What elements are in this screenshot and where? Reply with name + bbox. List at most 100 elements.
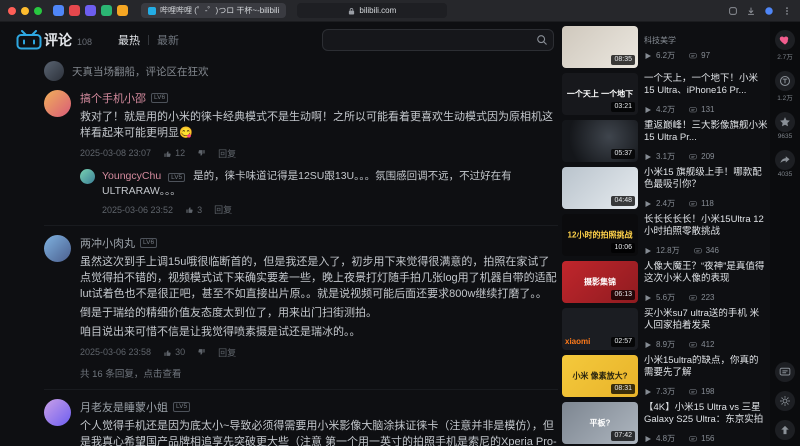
address-bar[interactable]: bilibili.com	[297, 3, 448, 18]
avatar[interactable]	[44, 61, 64, 81]
video-thumbnail[interactable]: xiaomi 02:57	[562, 308, 638, 350]
video-thumbnail[interactable]: 05:37	[562, 120, 638, 162]
video-stats: 7.3万 198	[644, 386, 768, 397]
video-title[interactable]: 【4K】小米15 Ultra vs 三星Galaxy S25 Ultra：东京实…	[644, 402, 768, 426]
comment-header: 评论 108 最热 最新	[44, 28, 558, 52]
pinned-tab-icon[interactable]	[101, 5, 112, 16]
danmaku-count: 97	[701, 51, 711, 60]
danmaku-count: 412	[701, 340, 715, 349]
dislike-button[interactable]	[197, 348, 206, 357]
play-icon	[645, 247, 651, 254]
active-tab[interactable]: 哔哩哔哩 (゜-゜)つロ 干杯~-bilibili	[141, 3, 287, 18]
video-stats: 4.2万 131	[644, 104, 768, 115]
pinned-tab-icon[interactable]	[85, 5, 96, 16]
play-icon	[645, 341, 651, 348]
danmaku-count: 131	[701, 105, 715, 114]
video-thumbnail[interactable]: 平板? 07:42	[562, 402, 638, 444]
video-thumbnail[interactable]: 小米 像素放大? 08:31	[562, 355, 638, 397]
video-stats: 12.8万 346	[644, 245, 768, 256]
menu-icon[interactable]	[782, 6, 792, 16]
video-title[interactable]: 人像大魔王？“夜神”是真值得 这次小米人像的表现	[644, 261, 768, 285]
uploader-name[interactable]: 科技美学	[644, 35, 768, 46]
reply-button[interactable]: 回复	[218, 147, 236, 160]
user-level-badge: LV5	[168, 172, 186, 182]
avatar[interactable]	[44, 398, 71, 426]
comment-username[interactable]: 两冲小肉丸	[80, 235, 135, 251]
play-icon	[645, 52, 651, 59]
video-title[interactable]: 买小米su7 ultra送的手机 米人回家拍着发呆	[644, 308, 768, 332]
pinned-tab-icon[interactable]	[69, 5, 80, 16]
reply-meta: 2025-03-06 23:52 3 回复	[102, 203, 558, 216]
dislike-button[interactable]	[197, 149, 206, 158]
like-button[interactable]: 2.7万	[775, 30, 795, 61]
coin-button[interactable]: 1.2万	[775, 71, 795, 102]
like-count: 2.7万	[777, 54, 793, 61]
video-card[interactable]: xiaomi 02:57 买小米su7 ultra送的手机 米人回家拍着发呆 8…	[562, 308, 768, 350]
video-card[interactable]: 04:48 小米15 旗舰级上手！哪款配色最吸引你？ 2.4万 118	[562, 167, 768, 209]
back-to-top-button[interactable]	[775, 420, 795, 440]
play-icon	[645, 388, 651, 395]
like-button[interactable]: 30	[163, 347, 185, 357]
play-icon	[645, 106, 651, 113]
arrow-up-icon	[781, 425, 789, 435]
video-title[interactable]: 小米15 旗舰级上手！哪款配色最吸引你？	[644, 167, 768, 191]
avatar[interactable]	[80, 168, 95, 184]
window-maximize-button[interactable]	[34, 6, 42, 15]
video-card[interactable]: 05:37 重返巅峰！三大影像旗舰小米15 Ultra Pr... 3.1万 2…	[562, 120, 768, 162]
sort-hot-tab[interactable]: 最热	[118, 32, 140, 48]
window-minimize-button[interactable]	[21, 6, 29, 15]
video-duration: 04:48	[611, 196, 635, 206]
comment-username[interactable]: 搞个手机小邵	[80, 90, 146, 106]
video-card[interactable]: 08:35 科技美学 6.2万 97	[562, 26, 768, 68]
video-card[interactable]: 平板? 07:42 【4K】小米15 Ultra vs 三星Galaxy S25…	[562, 402, 768, 444]
reply-button[interactable]: 回复	[218, 346, 236, 359]
video-stats: 6.2万 97	[644, 50, 768, 61]
avatar[interactable]	[44, 90, 71, 117]
like-button[interactable]: 12	[163, 148, 185, 158]
video-title[interactable]: 一个天上，一个地下！小米15 Ultra、iPhone16 Pr...	[644, 73, 768, 97]
video-duration: 08:35	[611, 55, 635, 65]
video-thumbnail[interactable]: 一个天上 一个地下 03:21	[562, 73, 638, 115]
avatar[interactable]	[44, 235, 71, 263]
settings-button[interactable]	[775, 391, 795, 411]
video-thumbnail[interactable]: 12小时的拍照挑战 10:06	[562, 214, 638, 256]
profile-avatar[interactable]	[764, 6, 774, 16]
video-duration: 03:21	[611, 102, 635, 112]
like-count: 30	[175, 347, 186, 358]
danmaku-toggle[interactable]	[775, 362, 795, 382]
comment-username[interactable]: 月老友是睡蒙小姐	[80, 399, 168, 415]
view-more-replies[interactable]: 共 16 条回复，点击查看	[80, 366, 558, 380]
video-card[interactable]: 一个天上 一个地下 03:21 一个天上，一个地下！小米15 Ultra、iPh…	[562, 73, 768, 115]
danmaku-count: 198	[701, 387, 715, 396]
video-title[interactable]: 长长长长长！小米15Ultra 12小时拍照零散挑战	[644, 214, 768, 238]
video-card[interactable]: 小米 像素放大? 08:31 小米15ultra的缺点，你真的需要先了解 7.3…	[562, 355, 768, 397]
sort-new-tab[interactable]: 最新	[157, 32, 179, 48]
downloads-icon[interactable]	[746, 6, 756, 16]
danmaku-count: 156	[701, 434, 715, 443]
window-controls	[8, 6, 42, 15]
comments-count: 108	[77, 36, 93, 47]
video-card[interactable]: 摄影集锦 06:13 人像大魔王？“夜神”是真值得 这次小米人像的表现 5.6万…	[562, 261, 768, 303]
video-thumbnail[interactable]: 摄影集锦 06:13	[562, 261, 638, 303]
video-card[interactable]: 12小时的拍照挑战 10:06 长长长长长！小米15Ultra 12小时拍照零散…	[562, 214, 768, 256]
video-stats: 4.8万 156	[644, 433, 768, 444]
search-icon[interactable]	[536, 33, 548, 51]
video-title[interactable]: 重返巅峰！三大影像旗舰小米15 Ultra Pr...	[644, 120, 768, 144]
favorite-button[interactable]: 9635	[775, 112, 795, 140]
reply-username[interactable]: YoungcyChu	[102, 170, 161, 182]
like-button[interactable]: 3	[185, 205, 202, 215]
comment: 搞个手机小邵 LV6 救对了！就是用的小米的徕卡经典模式不是生动啊！之所以可能看…	[44, 81, 558, 227]
window-close-button[interactable]	[8, 6, 16, 15]
extensions-icon[interactable]	[728, 6, 738, 16]
video-stats: 8.9万 412	[644, 339, 768, 350]
pinned-tab-icon[interactable]	[53, 5, 64, 16]
pinned-tab-icon[interactable]	[117, 5, 128, 16]
user-level-badge: LV6	[151, 93, 169, 103]
share-button[interactable]: 4035	[775, 150, 795, 178]
bilibili-logo[interactable]	[16, 30, 42, 50]
reply-button[interactable]: 回复	[214, 203, 232, 216]
comment-search-input[interactable]	[322, 29, 554, 51]
video-title[interactable]: 小米15ultra的缺点，你真的需要先了解	[644, 355, 768, 379]
video-thumbnail[interactable]: 08:35	[562, 26, 638, 68]
video-thumbnail[interactable]: 04:48	[562, 167, 638, 209]
